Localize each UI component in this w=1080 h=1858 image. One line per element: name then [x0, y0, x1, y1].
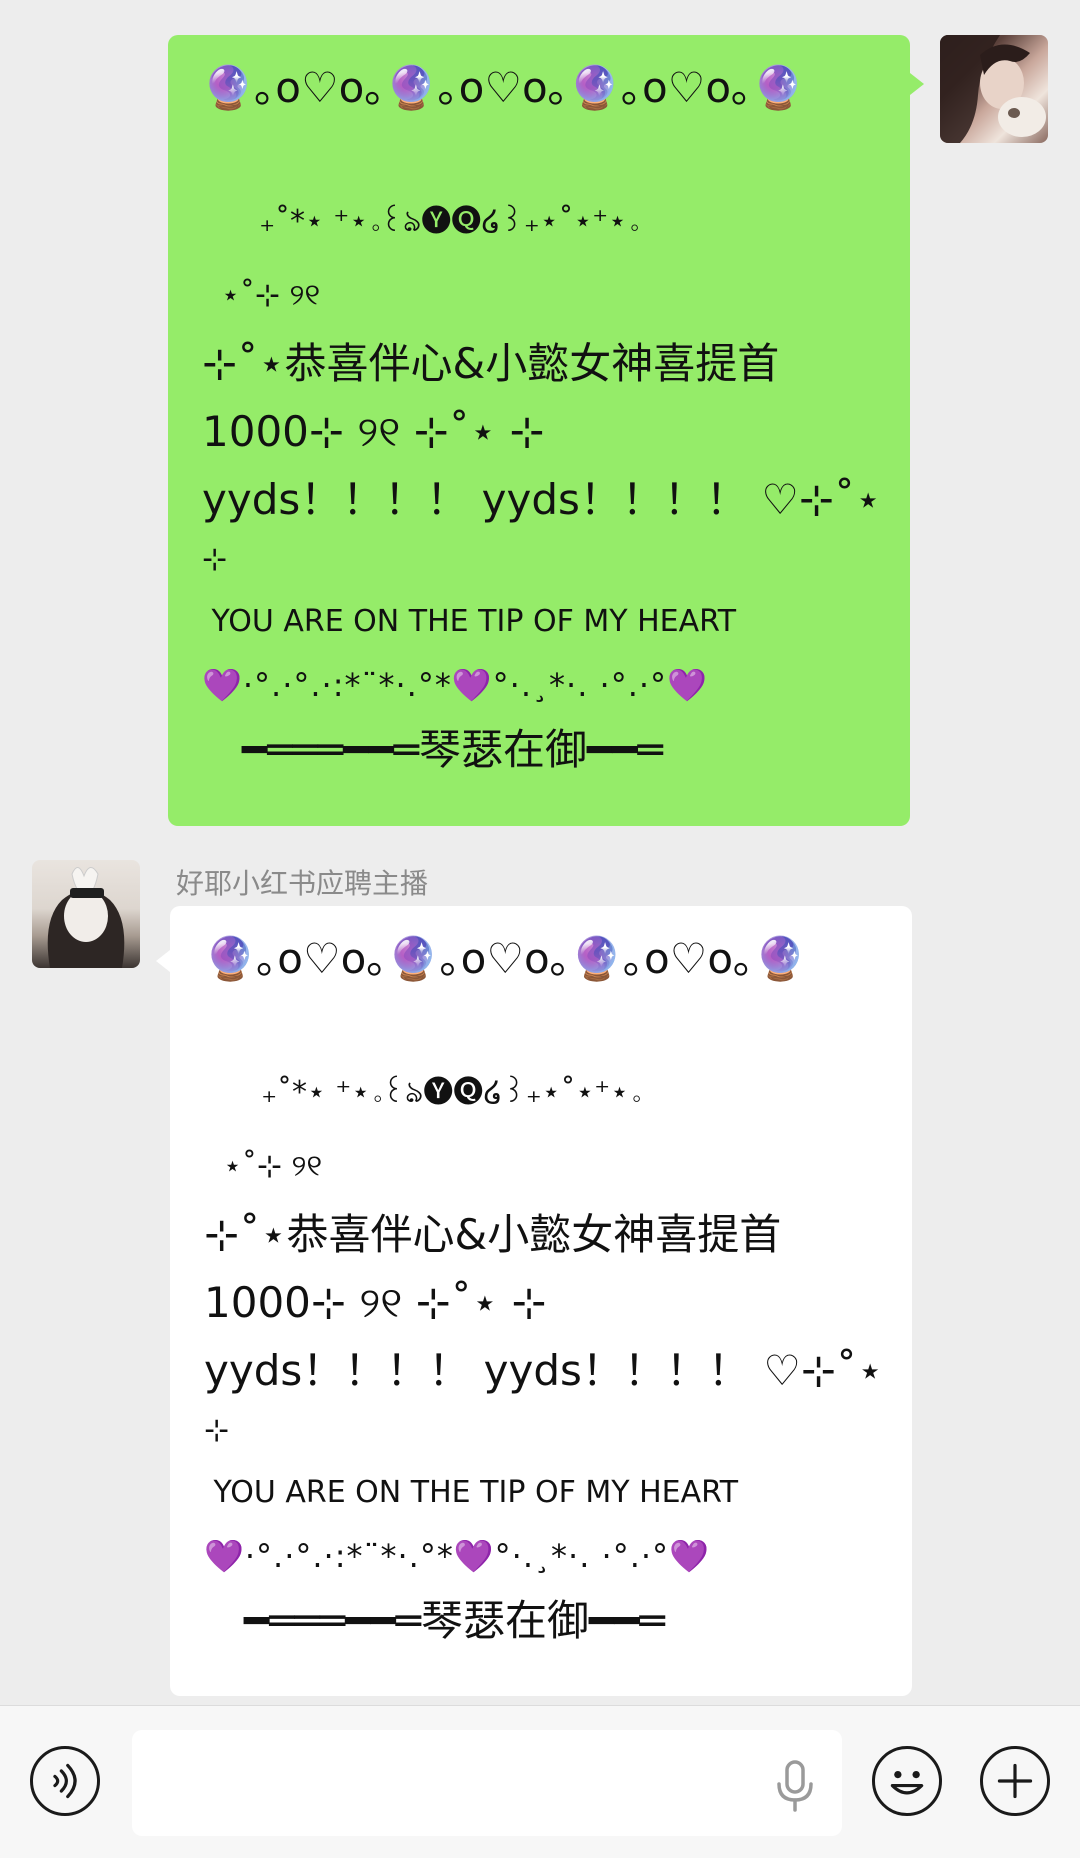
message-line: 🔮｡o♡o｡🔮｡o♡o｡🔮｡o♡o｡🔮 [202, 63, 805, 112]
message-input-box[interactable] [132, 1730, 842, 1838]
voice-mode-icon [53, 1763, 77, 1799]
message-line: YOU ARE ON THE TIP OF MY HEART [204, 1475, 739, 1510]
message-line: 1000⊹ ୨୧ ⊹˚⋆ ⊹ [204, 1278, 547, 1327]
message-line: 💜·°.·°.·:*¨*·.°*💜°·.¸*·. ·°.·°💜 [202, 666, 708, 704]
message-line: 🔮｡o♡o｡🔮｡o♡o｡🔮｡o♡o｡🔮 [204, 934, 807, 983]
message-line: ⋆˚⊹ ୨୧ [204, 1149, 323, 1184]
microphone-icon[interactable] [770, 1760, 820, 1812]
received-message-bubble[interactable]: 🔮｡o♡o｡🔮｡o♡o｡🔮｡o♡o｡🔮 ₊˚*⋆ ⁺⋆｡꒰ঌ🅨🅠໒꒱₊⋆˚⋆⁺⋆… [156, 906, 912, 1696]
voice-mode-button[interactable] [30, 1746, 100, 1816]
self-avatar[interactable] [940, 35, 1048, 143]
message-line: yyds！！！！ yyds！！！！ ♡⊹˚⋆ [202, 475, 882, 524]
sender-name: 好耶小红书应聘主播 [176, 867, 429, 900]
message-line: ₊˚*⋆ ⁺⋆｡꒰ঌ🅨🅠໒꒱₊⋆˚⋆⁺⋆｡ [202, 204, 639, 239]
message-line: ⊹ [204, 1413, 230, 1448]
message-line: ⊹ [202, 542, 228, 577]
message-line: ⊹˚⋆恭喜伴心&小懿女神喜提首 [202, 339, 780, 388]
message-line: YOU ARE ON THE TIP OF MY HEART [202, 604, 737, 639]
emoji-icon [890, 1770, 924, 1795]
sender-avatar[interactable] [32, 860, 140, 968]
message-line: yyds！！！！ yyds！！！！ ♡⊹˚⋆ [204, 1346, 884, 1395]
more-actions-button[interactable] [980, 1746, 1050, 1816]
message-line: 1000⊹ ୨୧ ⊹˚⋆ ⊹ [202, 407, 545, 456]
message-input[interactable] [152, 1730, 756, 1838]
emoji-button[interactable] [872, 1746, 942, 1816]
message-line: ━═══━━═琴瑟在御━━═ [204, 1596, 665, 1645]
message-line: 💜·°.·°.·:*¨*·.°*💜°·.¸*·. ·°.·°💜 [204, 1537, 710, 1575]
message-line: ₊˚*⋆ ⁺⋆｡꒰ঌ🅨🅠໒꒱₊⋆˚⋆⁺⋆｡ [204, 1075, 641, 1110]
avatar-photo-icon [940, 35, 1046, 143]
message-line: ⊹˚⋆恭喜伴心&小懿女神喜提首 [204, 1210, 782, 1259]
message-line: ━═══━━═琴瑟在御━━═ [202, 725, 663, 774]
chat-input-bar [0, 1705, 1080, 1858]
avatar-photo-icon [47, 867, 125, 968]
sent-message-bubble[interactable]: 🔮｡o♡o｡🔮｡o♡o｡🔮｡o♡o｡🔮 ₊˚*⋆ ⁺⋆｡꒰ঌ🅨🅠໒꒱₊⋆˚⋆⁺⋆… [168, 35, 924, 826]
chat-area: 🔮｡o♡o｡🔮｡o♡o｡🔮｡o♡o｡🔮 ₊˚*⋆ ⁺⋆｡꒰ঌ🅨🅠໒꒱₊⋆˚⋆⁺⋆… [0, 0, 1080, 1705]
message-line: ⋆˚⊹ ୨୧ [202, 278, 321, 313]
plus-icon [997, 1763, 1033, 1799]
